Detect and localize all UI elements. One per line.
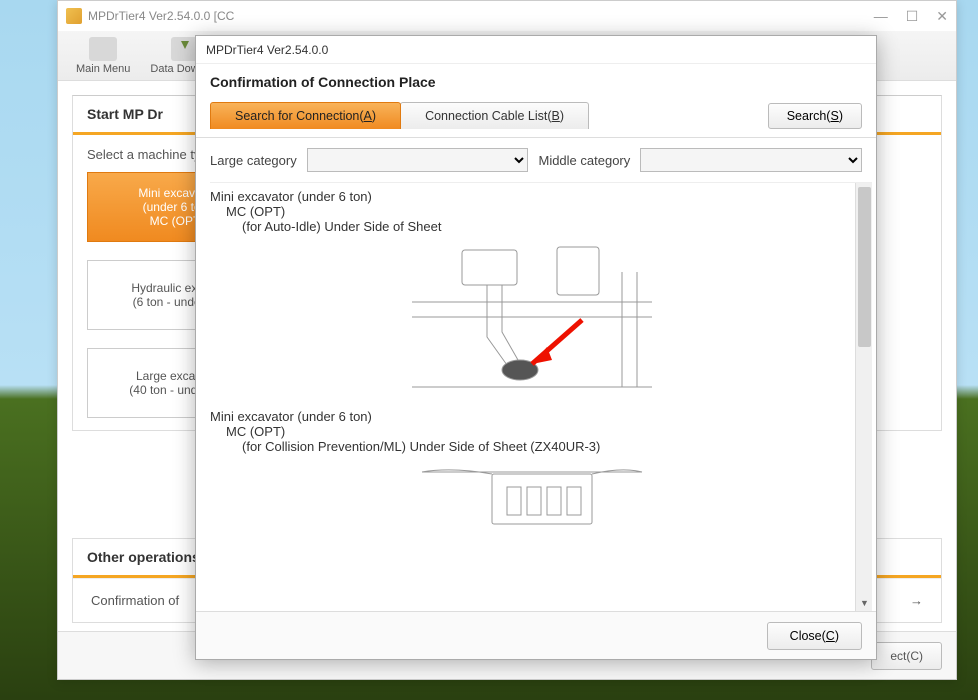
large-category-select[interactable]: [307, 148, 529, 172]
entry-line2: MC (OPT): [210, 204, 854, 219]
app-icon: [66, 8, 82, 24]
large-category-label: Large category: [210, 153, 297, 168]
scrollbar[interactable]: ▲ ▼: [855, 183, 872, 611]
modal-heading: Confirmation of Connection Place: [196, 64, 876, 102]
modal-title-text: MPDrTier4 Ver2.54.0.0: [206, 43, 328, 57]
connect-button[interactable]: ect(C): [871, 642, 942, 670]
window-buttons: — ☐ ✕: [874, 8, 948, 25]
main-menu-button[interactable]: Main Menu: [66, 35, 140, 77]
tab-search-connection[interactable]: Search for Connection(A): [210, 102, 401, 129]
connection-diagram-1: [392, 242, 672, 397]
tab-label: Search for Connection(: [235, 109, 364, 123]
main-menu-icon: [89, 37, 117, 61]
main-title: MPDrTier4 Ver2.54.0.0 [CC: [88, 9, 234, 23]
entry-line3: (for Collision Prevention/ML) Under Side…: [210, 439, 854, 454]
tab-key: B: [552, 109, 560, 123]
results-scroll[interactable]: Mini excavator (under 6 ton) MC (OPT) (f…: [210, 183, 854, 611]
main-titlebar: MPDrTier4 Ver2.54.0.0 [CC — ☐ ✕: [58, 1, 956, 31]
connection-place-dialog: MPDrTier4 Ver2.54.0.0 Confirmation of Co…: [195, 35, 877, 660]
other-ops-label: Confirmation of: [91, 593, 179, 608]
result-entry: Mini excavator (under 6 ton) MC (OPT) (f…: [210, 189, 854, 234]
results-area: Mini excavator (under 6 ton) MC (OPT) (f…: [210, 182, 872, 611]
minimize-button[interactable]: —: [874, 8, 888, 25]
tab-label-end: ): [372, 109, 376, 123]
middle-category-select[interactable]: [640, 148, 862, 172]
tab-cable-list[interactable]: Connection Cable List(B): [400, 102, 589, 129]
middle-category-label: Middle category: [538, 153, 630, 168]
entry-line1: Mini excavator (under 6 ton): [210, 189, 854, 204]
main-menu-label: Main Menu: [76, 63, 130, 75]
arrow-right-icon: →: [910, 593, 923, 608]
search-button[interactable]: Search(S): [768, 103, 862, 129]
maximize-button[interactable]: ☐: [906, 8, 919, 25]
btn-label-end: ): [835, 629, 839, 643]
close-button[interactable]: Close(C): [767, 622, 862, 650]
tab-label: Connection Cable List(: [425, 109, 551, 123]
btn-key: C: [826, 629, 835, 643]
btn-label: Search(: [787, 109, 831, 123]
category-row: Large category Middle category: [196, 137, 876, 178]
connection-diagram-2: [392, 462, 672, 532]
btn-label-end: ): [839, 109, 843, 123]
tab-key: A: [364, 109, 372, 123]
modal-titlebar: MPDrTier4 Ver2.54.0.0: [196, 36, 876, 64]
entry-line2: MC (OPT): [210, 424, 854, 439]
btn-label: Close(: [790, 629, 826, 643]
tab-row: Search for Connection(A) Connection Cabl…: [196, 102, 876, 137]
entry-line3: (for Auto-Idle) Under Side of Sheet: [210, 219, 854, 234]
result-entry: Mini excavator (under 6 ton) MC (OPT) (f…: [210, 409, 854, 454]
entry-line1: Mini excavator (under 6 ton): [210, 409, 854, 424]
tab-label-end: ): [560, 109, 564, 123]
btn-key: S: [830, 109, 838, 123]
modal-footer: Close(C): [196, 611, 876, 659]
scrollbar-thumb[interactable]: [858, 187, 871, 347]
close-window-button[interactable]: ✕: [936, 8, 948, 25]
scroll-down-icon[interactable]: ▼: [856, 594, 872, 611]
